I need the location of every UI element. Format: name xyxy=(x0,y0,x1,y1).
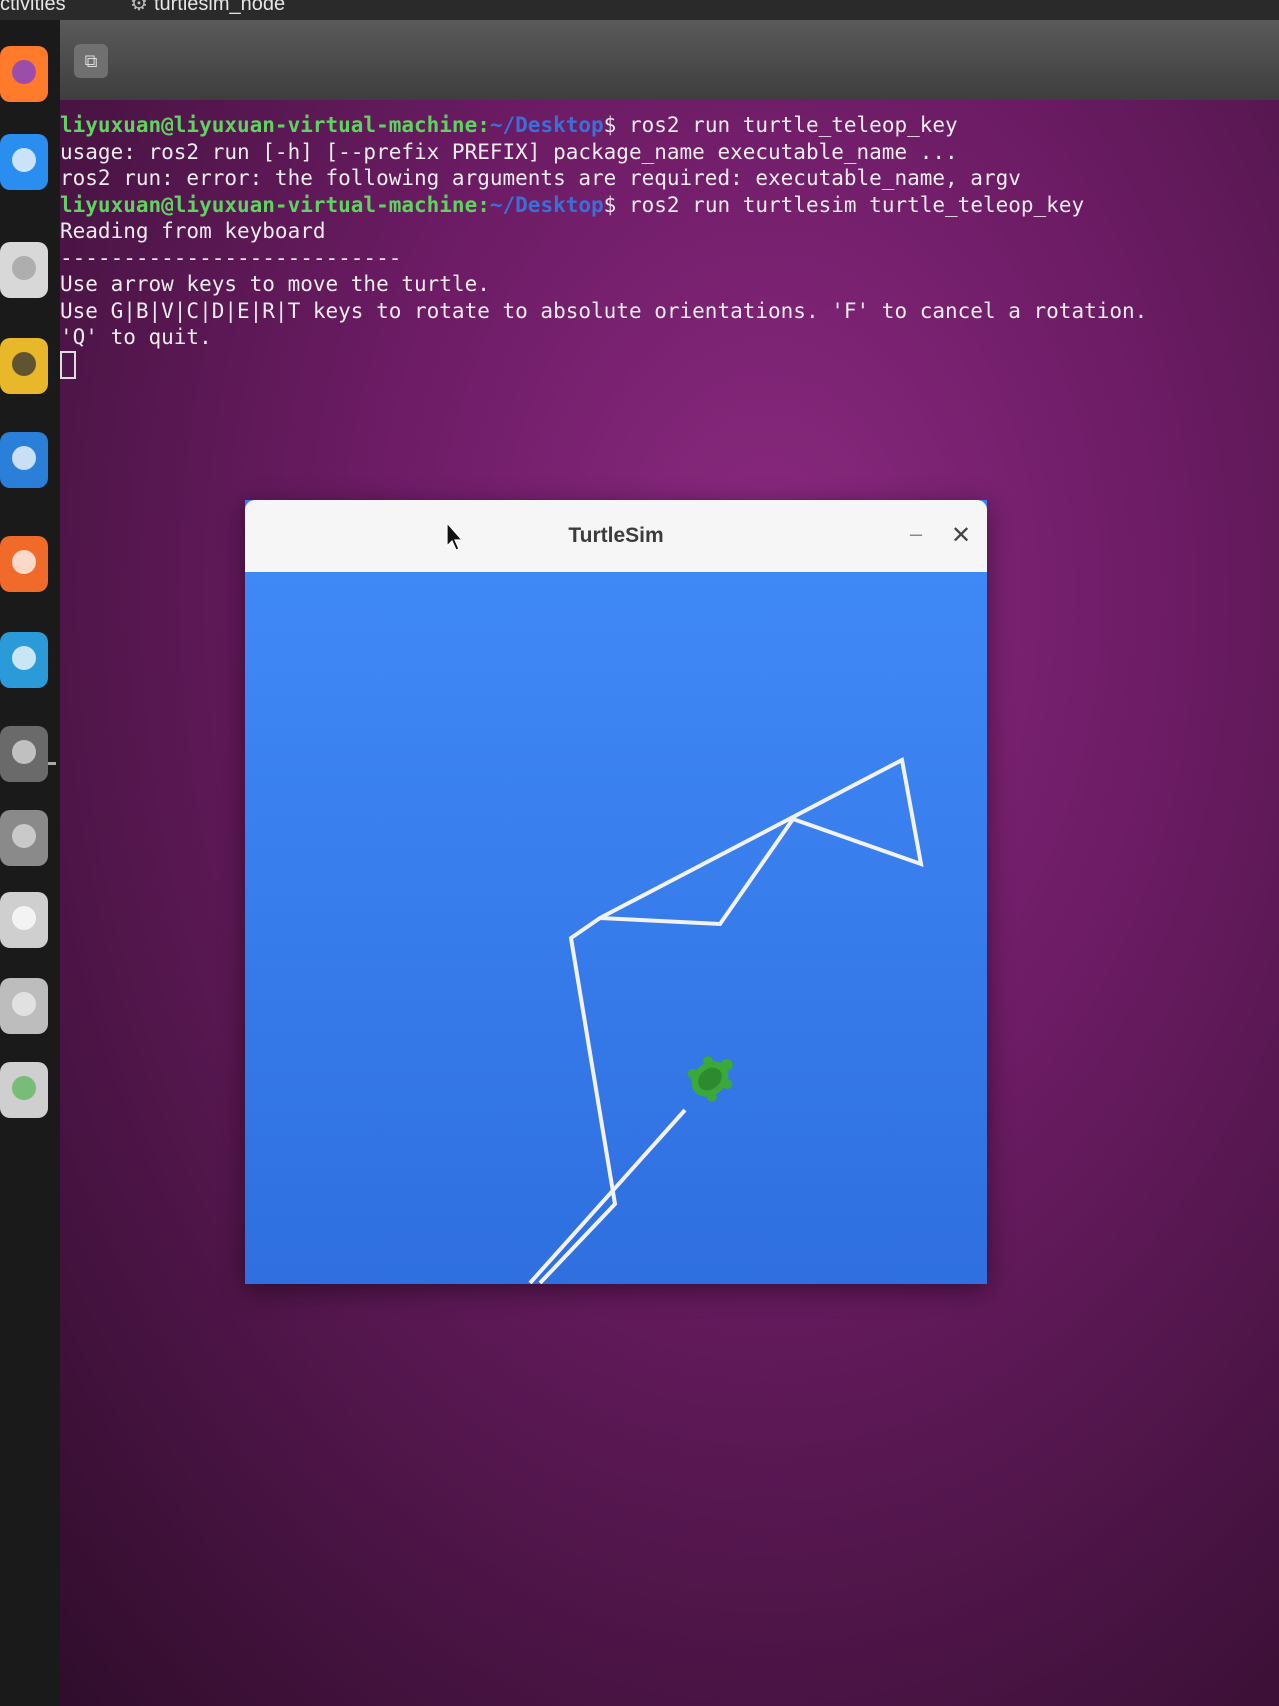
thunderbird-icon[interactable] xyxy=(0,134,48,190)
turtlesim-window: TurtleSim – ✕ xyxy=(245,500,987,1284)
terminal-line: 'Q' to quit. xyxy=(60,325,212,349)
terminal-icon-glyph xyxy=(12,740,36,764)
new-tab-icon: ⧉ xyxy=(84,50,98,71)
turtle-trail-svg xyxy=(528,756,924,1284)
terminal-line: --------------------------- xyxy=(60,245,402,270)
prompt-command: $ ros2 run turtle_teleop_key xyxy=(603,113,958,137)
settings-icon[interactable] xyxy=(0,810,48,866)
dock xyxy=(0,20,60,1706)
help-icon[interactable] xyxy=(0,632,48,688)
close-button[interactable]: ✕ xyxy=(945,520,977,552)
terminal-line: Use G|B|V|C|D|E|R|T keys to rotate to ab… xyxy=(60,298,1148,323)
terminal-cursor xyxy=(60,350,76,379)
app-menu-label: turtlesim_node xyxy=(153,0,286,15)
terminal-line: liyuxuan@liyuxuan-virtual-machine:~/Desk… xyxy=(60,192,1279,219)
software-center-icon-glyph xyxy=(12,550,36,574)
minimize-button[interactable]: – xyxy=(900,520,932,552)
thunderbird-icon-glyph xyxy=(12,148,36,172)
save-icon-glyph xyxy=(12,992,36,1016)
settings-icon-glyph xyxy=(12,824,36,848)
terminal-icon[interactable] xyxy=(0,726,48,782)
turtle-icon xyxy=(687,1056,733,1102)
firefox-icon-glyph xyxy=(12,60,36,84)
turtlesim-title: TurtleSim xyxy=(568,524,664,547)
terminal-output[interactable]: liyuxuan@liyuxuan-virtual-machine:~/Desk… xyxy=(60,112,1279,379)
help-icon-glyph xyxy=(12,646,36,670)
prompt-command: $ ros2 run turtlesim turtle_teleop_key xyxy=(603,192,1085,217)
libreoffice-writer-icon-glyph xyxy=(12,446,36,470)
activities-button[interactable]: ctivities xyxy=(0,0,66,14)
software-center-icon[interactable] xyxy=(0,536,48,592)
save-icon[interactable] xyxy=(0,978,48,1034)
terminal-cursor-line xyxy=(60,350,1279,379)
trash-icon-glyph xyxy=(12,1076,36,1100)
firefox-icon[interactable] xyxy=(0,46,48,102)
terminal-line: liyuxuan@liyuxuan-virtual-machine:~/Desk… xyxy=(60,112,1279,139)
turtlesim-canvas xyxy=(245,572,987,1284)
prompt-path: ~/Desktop xyxy=(489,192,604,217)
turtle-trail xyxy=(538,756,924,1284)
top-bar: ctivities ⚙ turtlesim_node xyxy=(0,0,1279,20)
prompt-user: liyuxuan@liyuxuan-virtual-machine: xyxy=(60,113,490,137)
files-icon[interactable] xyxy=(0,242,48,298)
app-menu-icon: ⚙ xyxy=(130,0,148,15)
app-menu[interactable]: ⚙ turtlesim_node xyxy=(130,0,285,14)
mouse-pointer-icon xyxy=(446,522,464,551)
new-tab-button[interactable]: ⧉ xyxy=(74,44,108,78)
disc-icon-glyph xyxy=(12,906,36,930)
terminal-line: ros2 run: error: the following arguments… xyxy=(60,166,1021,190)
terminal-line: usage: ros2 run [-h] [--prefix PREFIX] p… xyxy=(60,139,958,164)
prompt-path: ~/Desktop xyxy=(489,113,604,137)
turtle-trail-last-segment xyxy=(528,1108,687,1284)
turtlesim-titlebar[interactable]: TurtleSim – ✕ xyxy=(245,500,987,572)
terminal-line: Use arrow keys to move the turtle. xyxy=(60,272,490,296)
disc-icon[interactable] xyxy=(0,892,48,948)
prompt-user: liyuxuan@liyuxuan-virtual-machine: xyxy=(60,192,490,217)
libreoffice-writer-icon[interactable] xyxy=(0,432,48,488)
terminal-line: Reading from keyboard xyxy=(60,219,326,243)
rhythmbox-icon[interactable] xyxy=(0,338,48,394)
trash-icon[interactable] xyxy=(0,1062,48,1118)
rhythmbox-icon-glyph xyxy=(12,352,36,376)
terminal-header: ⧉ xyxy=(60,20,1279,100)
files-icon-glyph xyxy=(12,256,36,280)
